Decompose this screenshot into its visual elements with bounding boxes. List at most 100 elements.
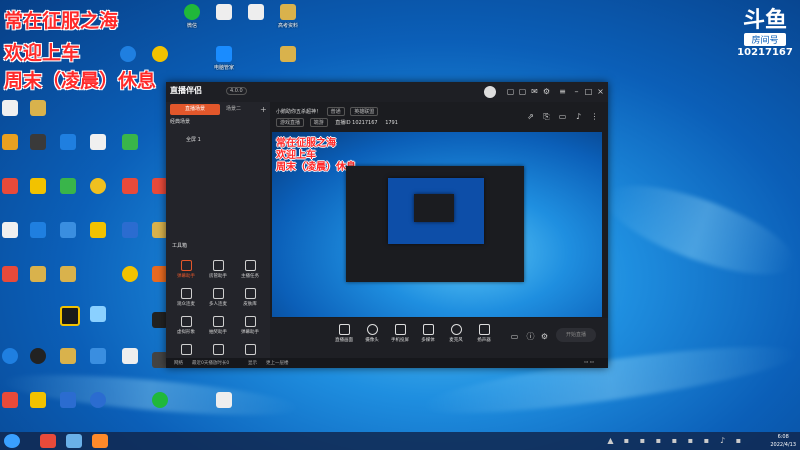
- desktop-icon-guard[interactable]: [216, 46, 232, 62]
- desktop-icon-app[interactable]: [90, 348, 106, 364]
- tray-icon[interactable]: ▪: [654, 436, 663, 445]
- gift-icon[interactable]: ▢: [518, 87, 527, 96]
- room-category[interactable]: 英雄联盟: [350, 107, 379, 116]
- settings-icon[interactable]: ⚙: [540, 332, 549, 341]
- speaker-button[interactable]: 扬声器: [470, 324, 498, 343]
- desktop-icon-app[interactable]: [122, 266, 138, 282]
- system-clock[interactable]: 6:08 2022/4/13: [770, 433, 796, 449]
- tool-task[interactable]: 主播任务: [234, 260, 266, 282]
- desktop-icon-app[interactable]: [30, 100, 46, 116]
- desktop-icon-app[interactable]: [2, 348, 18, 364]
- add-scene-button[interactable]: +: [260, 104, 267, 115]
- desktop-icon-app[interactable]: [30, 178, 46, 194]
- scene-item[interactable]: 经典场景: [170, 118, 190, 125]
- desktop-icon-app[interactable]: [2, 392, 18, 408]
- start-icon[interactable]: [4, 434, 20, 448]
- wps-taskbar-icon[interactable]: [40, 434, 56, 448]
- desktop-icon-app[interactable]: [90, 392, 106, 408]
- desktop-icon-app[interactable]: [60, 306, 80, 326]
- desktop-icon-app[interactable]: [90, 134, 106, 150]
- desktop-icon-word[interactable]: [122, 222, 138, 238]
- maximize-icon[interactable]: □: [584, 87, 593, 96]
- tray-icon[interactable]: ▲: [606, 436, 615, 445]
- desktop-icon-file[interactable]: [122, 348, 138, 364]
- desktop-icon-app[interactable]: [60, 134, 76, 150]
- tray-icon[interactable]: ▪: [702, 436, 711, 445]
- desktop-icon-folder[interactable]: [280, 4, 296, 20]
- close-icon[interactable]: ×: [596, 87, 605, 96]
- desktop-icon-app[interactable]: [30, 222, 46, 238]
- info-icon[interactable]: ⓘ: [526, 332, 535, 341]
- room-status[interactable]: 普通: [326, 107, 345, 116]
- tray-icon[interactable]: ▪: [622, 436, 631, 445]
- link-icon[interactable]: ⎘: [542, 112, 551, 121]
- tool-danmu[interactable]: 弹幕助手: [170, 260, 202, 282]
- tray-icon[interactable]: ▪: [638, 436, 647, 445]
- desktop-icon-folder[interactable]: [60, 266, 76, 282]
- skin-icon[interactable]: ▢: [506, 87, 515, 96]
- desktop-icon-folder[interactable]: [280, 46, 296, 62]
- desktop-icon-app[interactable]: [2, 178, 18, 194]
- cloud-taskbar-icon[interactable]: [66, 434, 82, 448]
- scene-item[interactable]: 全屏 1: [186, 136, 201, 143]
- room-title[interactable]: 小鹅助你五杀超神！: [276, 109, 321, 115]
- tool-lottery[interactable]: 抽奖助手: [202, 316, 234, 338]
- desktop-icon-chrome[interactable]: [90, 178, 106, 194]
- tab-scene-two[interactable]: 场景二: [226, 104, 241, 115]
- room-mode[interactable]: 游戏直播: [276, 118, 305, 127]
- share-icon[interactable]: ⇗: [526, 112, 535, 121]
- avatar[interactable]: [484, 86, 496, 98]
- tool-avatar[interactable]: 虚拟形象: [170, 316, 202, 338]
- tool-room-admin[interactable]: 房管助手: [202, 260, 234, 282]
- desktop-icon-file[interactable]: [248, 4, 264, 20]
- tray-icon[interactable]: ▪: [686, 436, 695, 445]
- browser-taskbar-icon[interactable]: [92, 434, 108, 448]
- room-tag[interactable]: 端游: [309, 118, 328, 127]
- desktop-icon-app[interactable]: [2, 266, 18, 282]
- record-icon[interactable]: ▭: [510, 332, 519, 341]
- media-button[interactable]: 多媒体: [414, 324, 442, 343]
- desktop-icon-app[interactable]: [60, 222, 76, 238]
- desktop-icon-app[interactable]: [2, 222, 18, 238]
- desktop-icon-file[interactable]: [216, 4, 232, 20]
- network-icon[interactable]: ▪: [734, 436, 743, 445]
- settings-icon[interactable]: ⚙: [542, 87, 551, 96]
- desktop-icon-360[interactable]: [152, 46, 168, 62]
- desktop-icon-wps[interactable]: [122, 178, 138, 194]
- desktop-icon-wechat[interactable]: [152, 392, 168, 408]
- tool-audience-mic[interactable]: 观众连麦: [170, 288, 202, 310]
- phone-cast-button[interactable]: 手机投屏: [386, 324, 414, 343]
- desktop-icon-word[interactable]: [60, 392, 76, 408]
- tool-skin[interactable]: 皮肤库: [234, 288, 266, 310]
- desktop-icon-app[interactable]: [2, 100, 18, 116]
- desktop-icon-app[interactable]: [60, 178, 76, 194]
- tool-multi-mic[interactable]: 多人连麦: [202, 288, 234, 310]
- desktop-icon-file[interactable]: [216, 392, 232, 408]
- tab-scene[interactable]: 直播场景: [170, 104, 220, 115]
- bell-icon[interactable]: ♪: [574, 112, 583, 121]
- tool-danmu-2[interactable]: 弹幕助手: [234, 316, 266, 338]
- desktop-icon-app[interactable]: [2, 134, 18, 150]
- desktop-icon-app[interactable]: [122, 134, 138, 150]
- minimize-icon[interactable]: –: [572, 87, 581, 96]
- desktop-icon-ie[interactable]: [120, 46, 136, 62]
- desktop-icon-folder[interactable]: [60, 348, 76, 364]
- desktop-icon-folder[interactable]: [30, 266, 46, 282]
- share-icon[interactable]: ⋮: [590, 112, 599, 121]
- desktop-icon-app[interactable]: [30, 134, 46, 150]
- desktop-icon-app[interactable]: [90, 222, 106, 238]
- tray-icon[interactable]: ▪: [670, 436, 679, 445]
- camera-button[interactable]: 摄像头: [358, 324, 386, 343]
- desktop-icon-wechat[interactable]: [184, 4, 200, 20]
- mail-icon[interactable]: ✉: [530, 87, 539, 96]
- desktop-icon-app[interactable]: [90, 306, 106, 322]
- start-live-button[interactable]: 开始直播: [556, 328, 596, 342]
- volume-icon[interactable]: ♪: [718, 436, 727, 445]
- menu-icon[interactable]: ≡: [558, 87, 567, 96]
- microphone-button[interactable]: 麦克风: [442, 324, 470, 343]
- desktop-icon-qq[interactable]: [30, 348, 46, 364]
- desktop-icon-app[interactable]: [30, 392, 46, 408]
- screen-capture-button[interactable]: 直播画面: [330, 324, 358, 343]
- stream-preview[interactable]: 常在征服之海 欢迎上车 周末（凌晨）休息: [272, 132, 602, 317]
- chat-icon[interactable]: ▭: [558, 112, 567, 121]
